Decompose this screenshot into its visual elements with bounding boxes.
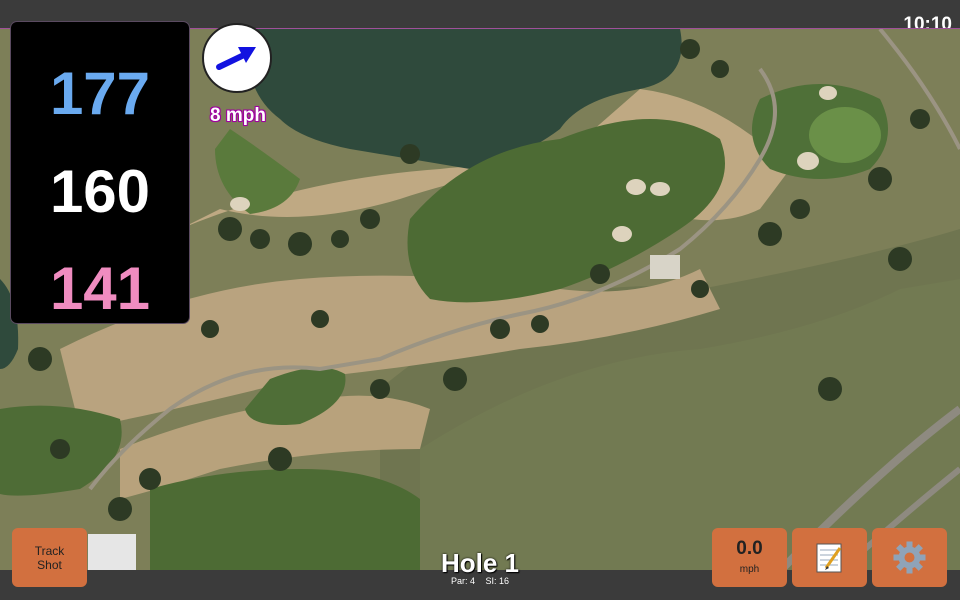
speed-unit: mph (739, 564, 760, 575)
hole-info: Par: 4 SI: 16 (400, 576, 560, 586)
arrow-icon (216, 47, 256, 70)
speed-button[interactable]: 0.0 mph (712, 528, 787, 587)
notepad-icon (816, 543, 842, 573)
yardage-panel: 177 160 141 (11, 22, 189, 323)
wind-indicator (202, 23, 272, 93)
notes-button[interactable] (792, 528, 867, 587)
back-yardage: 177 (49, 60, 151, 127)
speed-value: 0.0 (736, 538, 763, 559)
middle-yardage: 160 (49, 158, 151, 225)
hole-title: Hole 1 (440, 548, 520, 578)
wind-speed: 8 mph (210, 105, 266, 126)
gear-icon (893, 541, 926, 574)
stroke-index-label: SI: 16 (485, 576, 510, 586)
front-yardage: 141 (49, 255, 151, 322)
track-shot-label-line2: Shot (37, 558, 62, 572)
par-label: Par: 4 (450, 576, 475, 586)
settings-button[interactable] (872, 528, 947, 587)
track-shot-button[interactable]: Track Shot (12, 528, 87, 587)
track-shot-label-line1: Track (34, 544, 65, 558)
